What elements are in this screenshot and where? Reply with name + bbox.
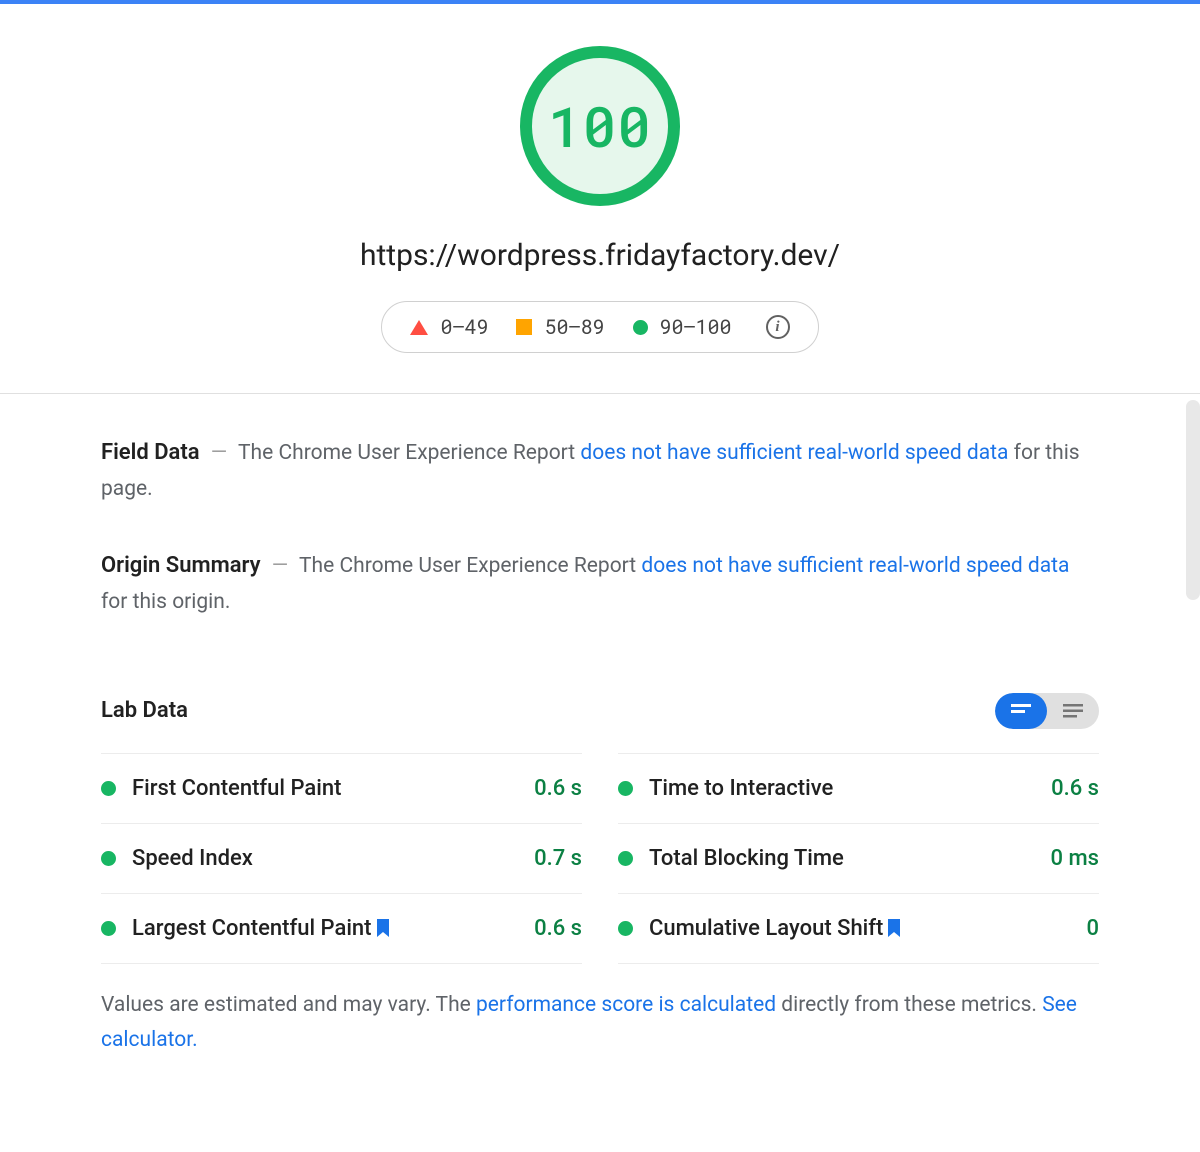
triangle-red-icon	[410, 320, 428, 335]
collapsed-view-button[interactable]	[1047, 693, 1099, 729]
footnote-text-1: Values are estimated and may vary. The	[101, 993, 476, 1017]
analyzed-url: https://wordpress.fridayfactory.dev/	[0, 238, 1200, 273]
performance-score-gauge: 100	[520, 46, 680, 206]
footnote-text-2: directly from these metrics.	[776, 993, 1042, 1017]
metric-value: 0.6 s	[534, 776, 582, 801]
metric-value: 0	[1086, 916, 1099, 941]
status-dot-green-icon	[618, 921, 633, 936]
score-hero: 100 https://wordpress.fridayfactory.dev/…	[0, 4, 1200, 394]
metric-label: First Contentful Paint	[132, 776, 341, 801]
origin-summary-title: Origin Summary	[101, 553, 261, 578]
divider-dash: —	[272, 554, 288, 578]
origin-summary-section: Origin Summary — The Chrome User Experie…	[101, 547, 1099, 620]
expanded-view-button[interactable]	[995, 693, 1047, 729]
performance-score-value: 100	[548, 89, 652, 163]
status-dot-green-icon	[618, 851, 633, 866]
lab-metrics-grid: First Contentful Paint0.6 sTime to Inter…	[101, 753, 1099, 964]
legend-pass-label: 90–100	[660, 314, 732, 340]
metric-row[interactable]: Cumulative Layout Shift 0	[618, 893, 1099, 964]
metric-value: 0.7 s	[534, 846, 582, 871]
legend-pass: 90–100	[633, 314, 732, 340]
legend-average: 50–89	[516, 314, 604, 340]
metric-value: 0 ms	[1051, 846, 1099, 871]
legend-fail-label: 0–49	[440, 314, 488, 340]
metric-row[interactable]: Speed Index 0.7 s	[101, 823, 582, 893]
metric-label: Largest Contentful Paint	[132, 916, 390, 941]
status-dot-green-icon	[101, 921, 116, 936]
field-data-text-before: The Chrome User Experience Report	[238, 441, 580, 465]
square-orange-icon	[516, 319, 532, 335]
score-legend: 0–49 50–89 90–100 i	[381, 301, 818, 353]
metric-label: Total Blocking Time	[649, 846, 844, 871]
field-data-link[interactable]: does not have sufficient real-world spee…	[580, 441, 1008, 465]
metric-value: 0.6 s	[1051, 776, 1099, 801]
view-toggle	[995, 693, 1099, 729]
scrollbar[interactable]	[1186, 400, 1200, 600]
field-data-section: Field Data — The Chrome User Experience …	[101, 434, 1099, 507]
status-dot-green-icon	[101, 781, 116, 796]
lab-data-title: Lab Data	[101, 698, 188, 723]
metric-row[interactable]: Total Blocking Time 0 ms	[618, 823, 1099, 893]
lab-footnote: Values are estimated and may vary. The p…	[101, 988, 1099, 1059]
status-dot-green-icon	[618, 781, 633, 796]
metric-row[interactable]: Largest Contentful Paint 0.6 s	[101, 893, 582, 964]
metric-row[interactable]: First Contentful Paint 0.6 s	[101, 753, 582, 823]
metric-label: Cumulative Layout Shift	[649, 916, 901, 941]
divider-dash: —	[211, 441, 227, 465]
bookmark-icon	[376, 919, 390, 937]
origin-summary-text-after: for this origin.	[101, 590, 230, 614]
legend-fail: 0–49	[410, 314, 488, 340]
legend-average-label: 50–89	[544, 314, 604, 340]
footnote-link-calculated[interactable]: performance score is calculated	[476, 993, 776, 1017]
report-content: Field Data — The Chrome User Experience …	[101, 394, 1099, 1059]
info-icon[interactable]: i	[766, 315, 790, 339]
metric-row[interactable]: Time to Interactive 0.6 s	[618, 753, 1099, 823]
lab-data-header: Lab Data	[101, 693, 1099, 729]
origin-summary-link[interactable]: does not have sufficient real-world spee…	[641, 554, 1069, 578]
metric-label: Speed Index	[132, 846, 253, 871]
bookmark-icon	[887, 919, 901, 937]
field-data-title: Field Data	[101, 440, 200, 465]
circle-green-icon	[633, 320, 648, 335]
metric-label: Time to Interactive	[649, 776, 833, 801]
metric-value: 0.6 s	[534, 916, 582, 941]
origin-summary-text-before: The Chrome User Experience Report	[299, 554, 641, 578]
status-dot-green-icon	[101, 851, 116, 866]
